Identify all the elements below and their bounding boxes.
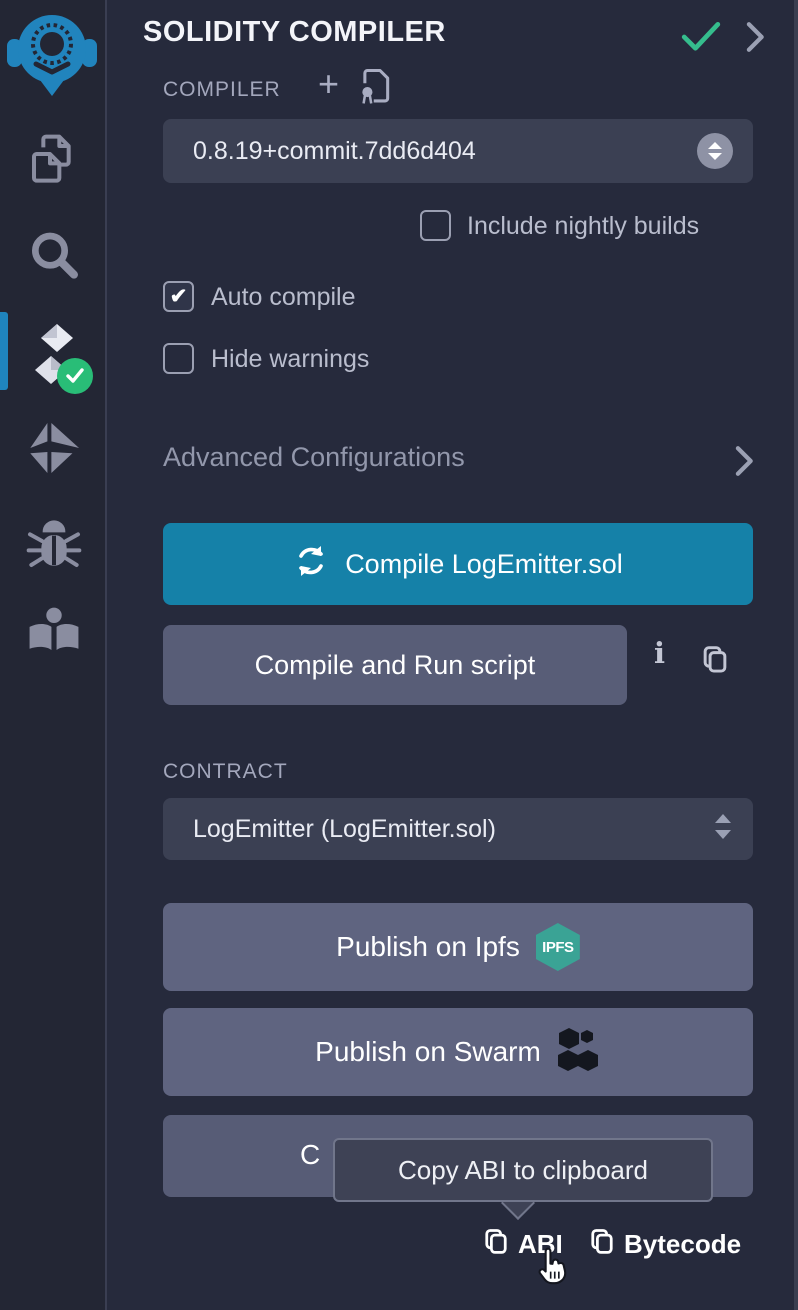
publish-swarm-label: Publish on Swarm (315, 1036, 541, 1068)
contract-select-value: LogEmitter (LogEmitter.sol) (193, 815, 496, 844)
compilation-details-visible-text: C (300, 1139, 320, 1171)
mouse-cursor-hand-icon (534, 1246, 572, 1293)
green-check-badge (57, 358, 93, 394)
info-icon[interactable]: i (654, 636, 665, 670)
compiler-version-select[interactable]: 0.8.19+commit.7dd6d404 (163, 119, 753, 183)
bug-icon (26, 518, 82, 577)
copy-bytecode-link[interactable]: Bytecode (588, 1227, 741, 1262)
swarm-icon (555, 1026, 601, 1079)
publish-swarm-button[interactable]: Publish on Swarm (163, 1008, 753, 1096)
remix-logo[interactable] (6, 6, 98, 98)
page-title: SOLIDITY COMPILER (143, 16, 446, 49)
sidebar-item-solidity-compiler[interactable] (0, 322, 107, 388)
hide-warnings-checkbox[interactable] (163, 343, 194, 374)
sidebar-item-search[interactable] (0, 228, 107, 289)
select-updown-circle-icon (697, 133, 733, 169)
scrollbar-track[interactable] (794, 0, 798, 1310)
sidebar-item-file-explorer[interactable] (0, 130, 107, 191)
compile-and-run-label: Compile and Run script (255, 650, 536, 681)
auto-compile-label[interactable]: Auto compile (211, 283, 356, 312)
sidebar-item-debugger[interactable] (0, 518, 107, 577)
compile-button[interactable]: Compile LogEmitter.sol (163, 523, 753, 605)
copy-abi-tooltip: Copy ABI to clipboard (333, 1138, 713, 1202)
copy-script-icon[interactable] (700, 644, 730, 681)
checkmark-glyph: ✔ (170, 286, 188, 307)
panel-collapse-chevron-icon[interactable] (744, 20, 768, 59)
compiler-version-value: 0.8.19+commit.7dd6d404 (193, 137, 476, 166)
hide-warnings-label[interactable]: Hide warnings (211, 345, 369, 374)
ethereum-arrow-icon (25, 420, 83, 481)
publish-ipfs-button[interactable]: Publish on Ipfs IPFS (163, 903, 753, 991)
book-reader-icon (27, 606, 81, 663)
tooltip-text: Copy ABI to clipboard (398, 1155, 648, 1186)
compile-success-check-icon (680, 20, 722, 59)
include-nightly-label[interactable]: Include nightly builds (467, 212, 699, 241)
compile-and-run-button[interactable]: Compile and Run script (163, 625, 627, 705)
auto-compile-checkbox[interactable]: ✔ (163, 281, 194, 312)
search-icon (27, 228, 81, 289)
document-badge-icon[interactable] (358, 68, 392, 111)
sidebar-item-deploy-and-run[interactable] (0, 420, 107, 481)
copy-icon (588, 1227, 616, 1262)
copy-icon (482, 1227, 510, 1262)
copy-pages-icon (27, 130, 81, 191)
select-updown-arrows-icon (713, 812, 733, 847)
contract-section-label: CONTRACT (163, 760, 288, 784)
publish-ipfs-label: Publish on Ipfs (336, 931, 520, 963)
compile-button-label: Compile LogEmitter.sol (345, 549, 623, 580)
remix-solidity-compiler-panel: SOLIDITY COMPILER COMPILER + 0.8.19+comm… (0, 0, 798, 1310)
ipfs-icon: IPFS (536, 923, 580, 971)
contract-select[interactable]: LogEmitter (LogEmitter.sol) (163, 798, 753, 860)
solidity-icon (23, 322, 85, 388)
icon-sidebar (0, 0, 107, 1310)
add-compiler-icon[interactable]: + (318, 66, 339, 102)
include-nightly-checkbox[interactable] (420, 210, 451, 241)
sidebar-item-documentation[interactable] (0, 606, 107, 663)
bytecode-label: Bytecode (624, 1229, 741, 1260)
compiler-section-label: COMPILER (163, 78, 281, 102)
advanced-chevron-right-icon[interactable] (733, 444, 757, 483)
advanced-configurations-toggle[interactable]: Advanced Configurations (163, 442, 465, 473)
refresh-icon (293, 543, 329, 586)
